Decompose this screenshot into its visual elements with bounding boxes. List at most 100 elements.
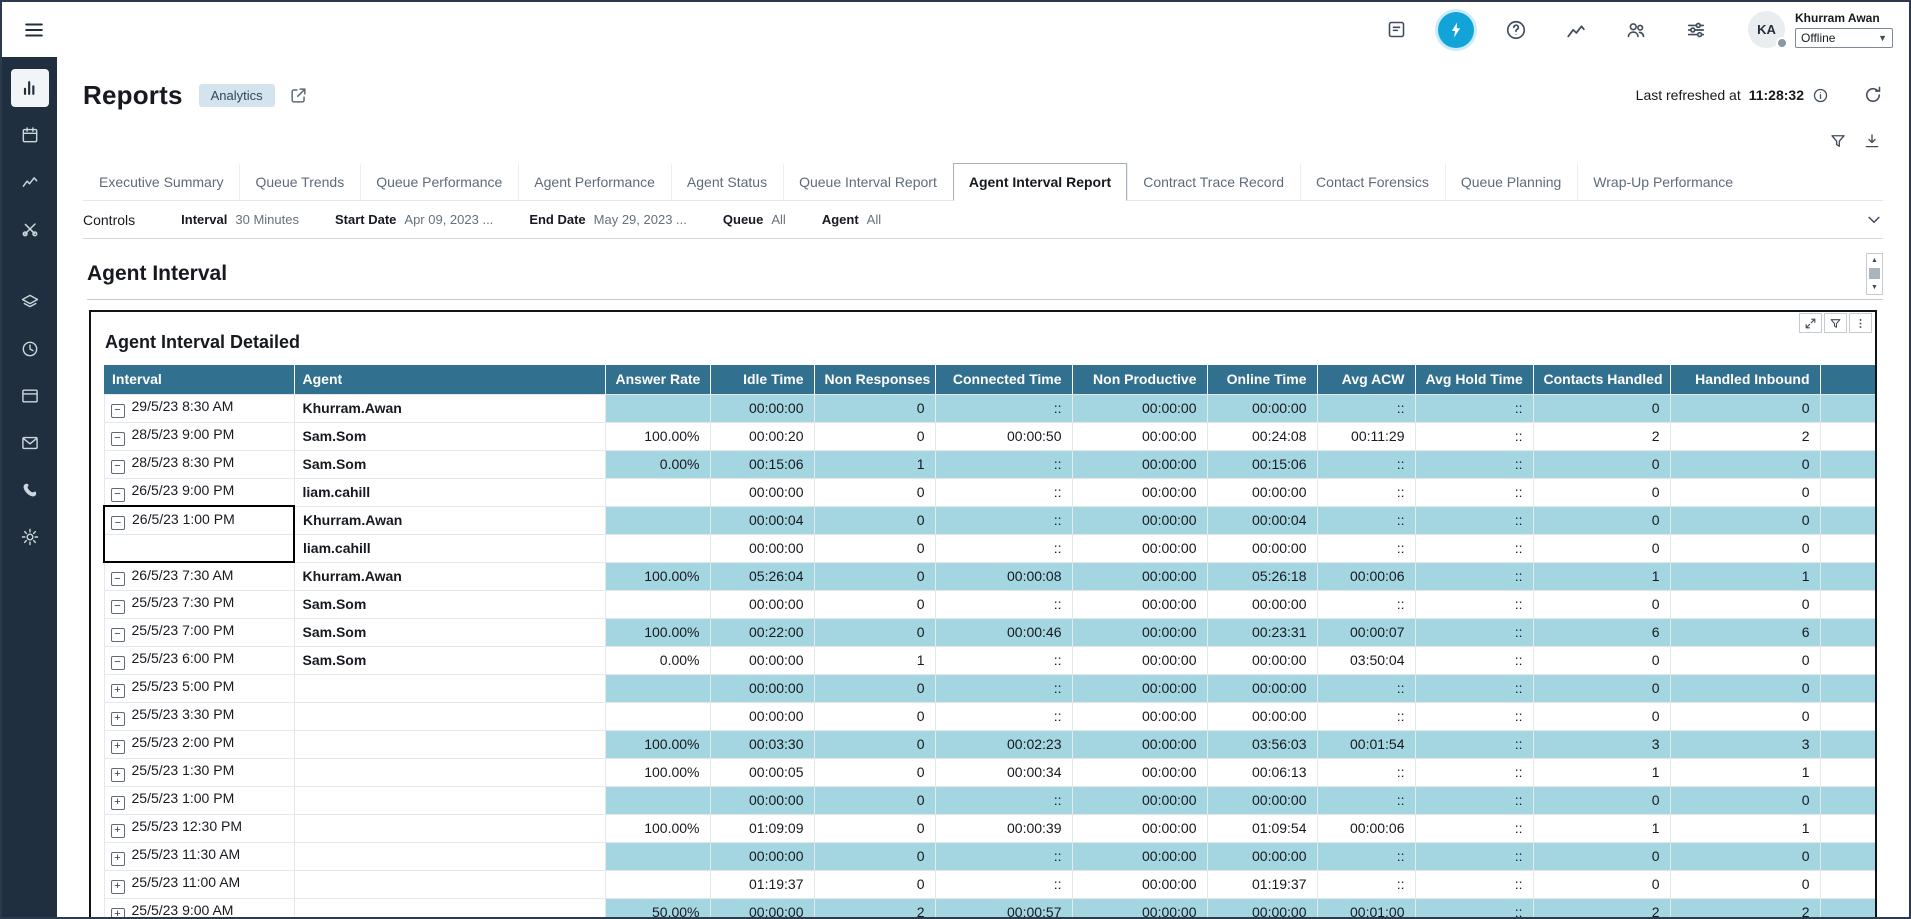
control-filter-interval[interactable]: Interval30 Minutes — [181, 212, 299, 227]
interval-cell[interactable]: −28/5/23 8:30 PM — [104, 450, 294, 478]
tab-contact-forensics[interactable]: Contact Forensics — [1300, 163, 1445, 200]
expand-row-icon[interactable]: + — [111, 908, 125, 917]
help-icon[interactable] — [1498, 12, 1534, 48]
report-scrollbar[interactable]: ▲ ▼ — [1866, 253, 1883, 295]
interval-cell[interactable]: −26/5/23 7:30 AM — [104, 562, 294, 590]
interval-cell[interactable]: +25/5/23 11:30 AM — [104, 842, 294, 870]
expand-row-icon[interactable]: + — [111, 852, 125, 866]
collapse-row-icon[interactable]: − — [111, 404, 125, 418]
agent-cell[interactable] — [294, 730, 605, 758]
agent-cell[interactable]: Khurram.Awan — [294, 506, 605, 534]
column-header-connected-time[interactable]: Connected Time — [935, 365, 1072, 394]
sidebar-item-reports[interactable] — [11, 69, 49, 107]
agent-cell[interactable]: Sam.Som — [294, 618, 605, 646]
collapse-row-icon[interactable]: − — [111, 488, 125, 502]
collapse-row-icon[interactable]: − — [111, 656, 125, 670]
agent-cell[interactable] — [294, 674, 605, 702]
sidebar-item-settings[interactable] — [11, 518, 49, 556]
agent-cell[interactable] — [294, 898, 605, 917]
control-filter-agent[interactable]: AgentAll — [822, 212, 881, 227]
metrics-icon[interactable] — [1558, 12, 1594, 48]
collapse-row-icon[interactable]: − — [111, 600, 125, 614]
interval-cell[interactable]: −29/5/23 8:30 AM — [104, 394, 294, 422]
agent-cell[interactable] — [294, 870, 605, 898]
scroll-up-icon[interactable]: ▲ — [1867, 254, 1882, 267]
expand-row-icon[interactable]: + — [111, 880, 125, 894]
expand-row-icon[interactable]: + — [111, 712, 125, 726]
interval-cell[interactable]: −25/5/23 7:30 PM — [104, 590, 294, 618]
expand-row-icon[interactable]: + — [111, 796, 125, 810]
interval-cell[interactable]: +25/5/23 1:00 PM — [104, 786, 294, 814]
kebab-icon[interactable] — [1849, 313, 1872, 333]
sidebar-item-tools[interactable] — [11, 210, 49, 248]
tab-agent-interval-report[interactable]: Agent Interval Report — [953, 163, 1127, 201]
tab-queue-planning[interactable]: Queue Planning — [1445, 163, 1577, 200]
agent-cell[interactable]: liam.cahill — [294, 478, 605, 506]
tab-queue-trends[interactable]: Queue Trends — [239, 163, 360, 200]
tab-contract-trace-record[interactable]: Contract Trace Record — [1127, 163, 1300, 200]
column-header-non-productive[interactable]: Non Productive — [1072, 365, 1207, 394]
sidebar-item-contacts[interactable] — [11, 471, 49, 509]
interval-cell[interactable]: −25/5/23 6:00 PM — [104, 646, 294, 674]
interval-cell[interactable]: +25/5/23 5:00 PM — [104, 674, 294, 702]
collapse-row-icon[interactable]: − — [111, 628, 125, 642]
sidebar-item-calendar[interactable] — [11, 116, 49, 154]
chevron-down-icon[interactable] — [1865, 211, 1883, 229]
collapse-row-icon[interactable]: − — [111, 432, 125, 446]
control-filter-queue[interactable]: QueueAll — [723, 212, 786, 227]
column-header-answer-rate[interactable]: Answer Rate — [605, 365, 710, 394]
interval-cell[interactable]: +25/5/23 12:30 PM — [104, 814, 294, 842]
interval-cell[interactable]: +25/5/23 9:00 AM — [104, 898, 294, 917]
column-header-non-responses[interactable]: Non Responses — [814, 365, 935, 394]
sidebar-item-dashboard[interactable] — [11, 377, 49, 415]
expand-row-icon[interactable]: + — [111, 824, 125, 838]
expand-icon[interactable] — [1799, 313, 1822, 333]
filter-icon[interactable] — [1829, 132, 1847, 150]
agent-cell[interactable]: Sam.Som — [294, 590, 605, 618]
column-header-contacts-handled[interactable]: Contacts Handled — [1533, 365, 1670, 394]
column-header-agent[interactable]: Agent — [294, 365, 605, 394]
interval-cell[interactable]: +25/5/23 11:00 AM — [104, 870, 294, 898]
column-header-interval[interactable]: Interval — [104, 365, 294, 394]
column-header-online-time[interactable]: Online Time — [1207, 365, 1317, 394]
interval-cell[interactable]: −26/5/23 1:00 PM — [104, 506, 294, 534]
external-link-icon[interactable] — [289, 86, 308, 105]
sidebar-item-history[interactable] — [11, 330, 49, 368]
tab-agent-status[interactable]: Agent Status — [671, 163, 783, 200]
tab-executive-summary[interactable]: Executive Summary — [83, 163, 239, 200]
scroll-down-icon[interactable]: ▼ — [1867, 281, 1882, 294]
agent-cell[interactable]: liam.cahill — [294, 534, 605, 562]
expand-row-icon[interactable]: + — [111, 684, 125, 698]
interval-cell[interactable]: −26/5/23 9:00 PM — [104, 478, 294, 506]
download-icon[interactable] — [1863, 132, 1881, 150]
agent-cell[interactable] — [294, 814, 605, 842]
agent-cell[interactable]: Sam.Som — [294, 450, 605, 478]
tab-queue-interval-report[interactable]: Queue Interval Report — [783, 163, 953, 200]
tab-queue-performance[interactable]: Queue Performance — [360, 163, 518, 200]
interval-cell[interactable]: +25/5/23 2:00 PM — [104, 730, 294, 758]
collapse-row-icon[interactable]: − — [111, 572, 125, 586]
agent-cell[interactable] — [294, 842, 605, 870]
refresh-icon[interactable] — [1863, 85, 1883, 105]
info-icon[interactable] — [1812, 87, 1829, 104]
column-header-avg-hold-time[interactable]: Avg Hold Time — [1415, 365, 1533, 394]
collapse-row-icon[interactable]: − — [111, 516, 125, 530]
sidebar-item-email[interactable] — [11, 424, 49, 462]
notes-icon[interactable] — [1378, 12, 1414, 48]
status-select[interactable]: Offline ▼ — [1795, 28, 1893, 48]
agent-cell[interactable] — [294, 786, 605, 814]
column-header-avg-acw[interactable]: Avg ACW — [1317, 365, 1415, 394]
agent-cell[interactable] — [294, 702, 605, 730]
filter-icon[interactable] — [1824, 313, 1847, 333]
interval-cell[interactable]: −25/5/23 7:00 PM — [104, 618, 294, 646]
sliders-icon[interactable] — [1678, 12, 1714, 48]
agent-cell[interactable] — [294, 758, 605, 786]
agent-cell[interactable]: Khurram.Awan — [294, 562, 605, 590]
bolt-icon[interactable] — [1438, 12, 1474, 48]
users-icon[interactable] — [1618, 12, 1654, 48]
collapse-row-icon[interactable]: − — [111, 460, 125, 474]
sidebar-item-metrics[interactable] — [11, 163, 49, 201]
scroll-thumb[interactable] — [1869, 268, 1880, 279]
control-filter-end-date[interactable]: End DateMay 29, 2023 ... — [529, 212, 687, 227]
interval-cell[interactable] — [104, 534, 294, 562]
